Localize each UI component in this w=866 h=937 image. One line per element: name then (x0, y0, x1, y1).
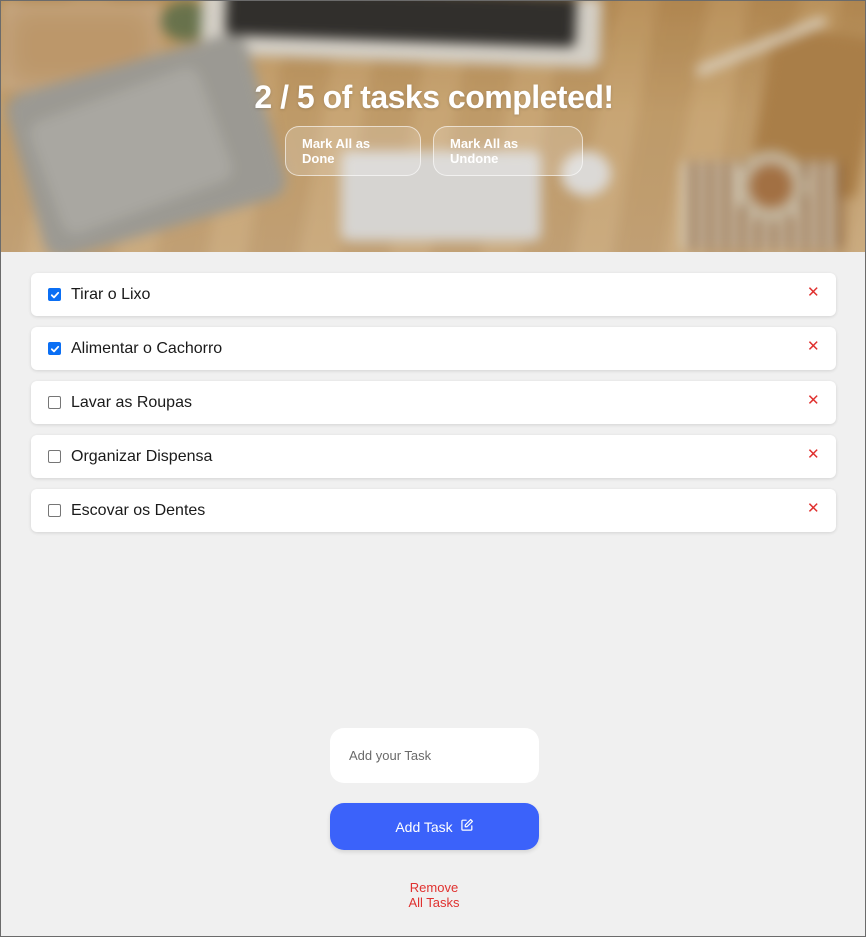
mark-all-undone-button[interactable]: Mark All as Undone (433, 126, 583, 176)
task-item: Tirar o Lixo ✕ (31, 273, 836, 316)
add-task-button[interactable]: Add Task (330, 803, 539, 850)
task-item: Escovar os Dentes ✕ (31, 489, 836, 532)
close-icon[interactable]: ✕ (807, 285, 820, 300)
task-list: Tirar o Lixo ✕ Alimentar o Cachorro ✕ La… (31, 273, 836, 543)
task-checkbox[interactable] (48, 396, 61, 409)
progress-headline: 2 / 5 of tasks completed! (1, 79, 865, 116)
task-item: Lavar as Roupas ✕ (31, 381, 836, 424)
add-task-label: Add Task (395, 818, 453, 835)
completed-count: 2 (254, 79, 272, 115)
task-checkbox[interactable] (48, 450, 61, 463)
completed-total-text: / 5 of tasks completed! (280, 79, 614, 115)
remove-all-line2: All Tasks (408, 895, 460, 910)
task-label: Organizar Dispensa (71, 447, 213, 465)
bulk-actions: Mark All as Done Mark All as Undone (1, 126, 865, 176)
app-window: 2 / 5 of tasks completed! Mark All as Do… (0, 0, 866, 937)
task-checkbox[interactable] (48, 504, 61, 517)
edit-icon (460, 818, 474, 835)
mark-all-done-button[interactable]: Mark All as Done (285, 126, 421, 176)
task-label: Escovar os Dentes (71, 501, 206, 519)
close-icon[interactable]: ✕ (807, 393, 820, 408)
close-icon[interactable]: ✕ (807, 501, 820, 516)
remove-all-line1: Remove (409, 880, 459, 895)
task-label: Tirar o Lixo (71, 285, 151, 303)
add-task-input[interactable] (330, 728, 539, 783)
task-checkbox[interactable] (48, 288, 61, 301)
hero-banner: 2 / 5 of tasks completed! Mark All as Do… (1, 1, 865, 252)
task-checkbox[interactable] (48, 342, 61, 355)
close-icon[interactable]: ✕ (807, 447, 820, 462)
task-item: Alimentar o Cachorro ✕ (31, 327, 836, 370)
close-icon[interactable]: ✕ (807, 339, 820, 354)
task-item: Organizar Dispensa ✕ (31, 435, 836, 478)
remove-all-tasks-link[interactable]: Remove All Tasks (384, 880, 484, 910)
task-label: Alimentar o Cachorro (71, 339, 223, 357)
task-label: Lavar as Roupas (71, 393, 192, 411)
